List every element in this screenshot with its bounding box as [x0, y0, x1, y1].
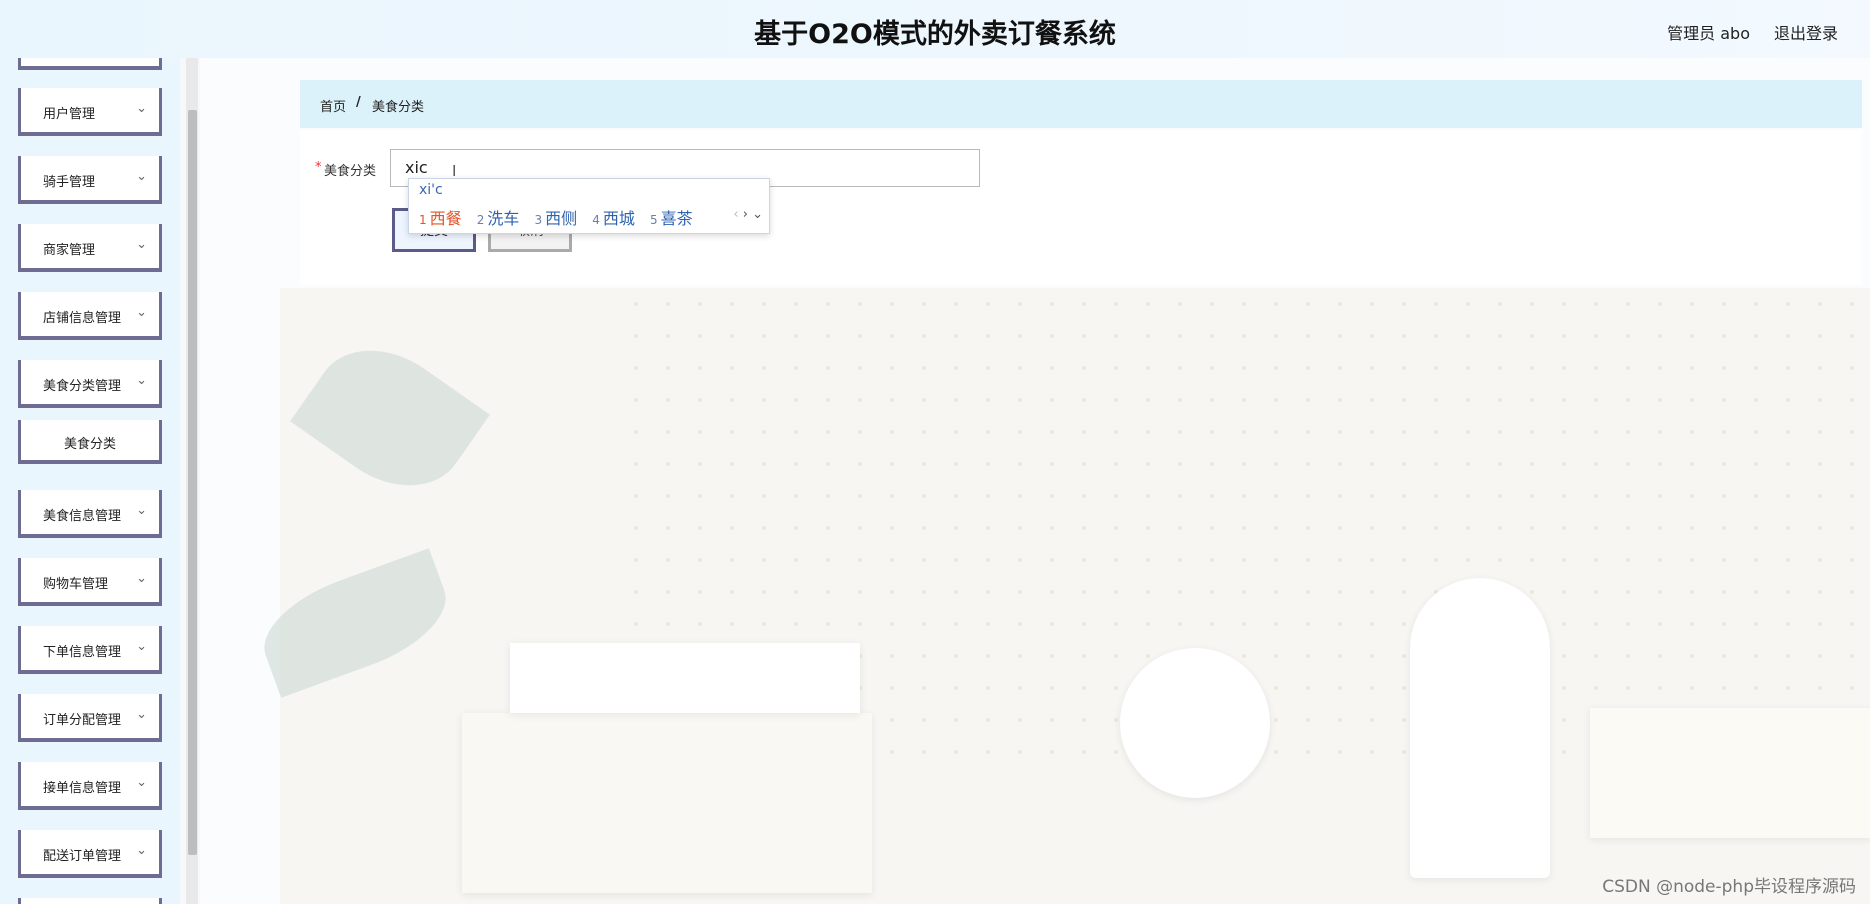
- sidebar-item-label: 美食信息管理: [43, 509, 122, 524]
- chevron-down-icon: ⌄: [136, 237, 147, 252]
- sidebar-item-store-info[interactable]: 店铺信息管理 ⌄: [18, 292, 162, 340]
- sidebar-item-food-category-mgmt[interactable]: 美食分类管理 ⌄: [18, 360, 162, 408]
- ime-pinyin: xi'c: [419, 182, 443, 198]
- breadcrumb-current: 美食分类: [372, 100, 425, 115]
- sidebar-item-order-assign[interactable]: 订单分配管理 ⌄: [18, 694, 162, 742]
- sidebar-item-label: 下单信息管理: [43, 645, 122, 660]
- sidebar-item-label: 用户管理: [43, 107, 96, 122]
- sidebar-scroll-thumb[interactable]: [188, 110, 197, 855]
- sidebar-item-accept-info[interactable]: 接单信息管理 ⌄: [18, 762, 162, 810]
- required-mark: *: [315, 160, 322, 175]
- sidebar-item-delivery[interactable]: 配送订单管理 ⌄: [18, 830, 162, 878]
- chevron-down-icon: ⌄: [136, 571, 147, 586]
- ime-nav: ‹ › ⌄: [733, 207, 763, 222]
- podium-decoration: [462, 713, 872, 893]
- ime-candidate[interactable]: 1 西餐: [419, 209, 462, 228]
- chevron-down-icon: ⌄: [136, 101, 147, 116]
- breadcrumb: 首页 / 美食分类: [300, 80, 1862, 128]
- sidebar-item-label: 美食分类管理: [43, 379, 122, 394]
- chevron-down-icon: ⌄: [136, 169, 147, 184]
- ime-candidate[interactable]: 2 洗车: [477, 209, 520, 228]
- sidebar-item-label: 美食分类: [63, 437, 116, 452]
- sidebar-item-partial[interactable]: [18, 58, 162, 70]
- admin-user: 管理员 abo: [1667, 24, 1750, 43]
- top-header: 基于O2O模式的外卖订餐系统 管理员 abo 退出登录: [0, 0, 1870, 58]
- sidebar-item-label: 骑手管理: [43, 175, 96, 190]
- podium-decoration: [510, 643, 860, 713]
- chevron-down-icon: ⌄: [136, 373, 147, 388]
- sidebar: 用户管理 ⌄ 骑手管理 ⌄ 商家管理 ⌄ 店铺信息管理 ⌄ 美食分类管理 ⌄ 美…: [0, 58, 180, 904]
- ime-candidate[interactable]: 3 西侧: [535, 209, 578, 228]
- ime-candidate[interactable]: 5 喜茶: [650, 209, 693, 228]
- sidebar-item-label: 接单信息管理: [43, 781, 122, 796]
- sidebar-item-riders[interactable]: 骑手管理 ⌄: [18, 156, 162, 204]
- sidebar-item-food-info[interactable]: 美食信息管理 ⌄: [18, 490, 162, 538]
- sidebar-item-orders[interactable]: 下单信息管理 ⌄: [18, 626, 162, 674]
- sidebar-item-label: 商家管理: [43, 243, 96, 258]
- ime-candidate-popup: xi'c 1 西餐 2 洗车 3 西侧 4 西城 5 喜茶 ‹ › ⌄: [408, 178, 770, 234]
- chevron-down-icon: ⌄: [136, 503, 147, 518]
- category-label: 美食分类: [324, 164, 377, 179]
- app-title: 基于O2O模式的外卖订餐系统: [754, 19, 1116, 50]
- ring-decoration: [1120, 648, 1270, 798]
- sidebar-item-label: 购物车管理: [43, 577, 109, 592]
- sidebar-subitem-food-category[interactable]: 美食分类: [18, 420, 162, 464]
- chevron-down-icon: ⌄: [136, 707, 147, 722]
- logout-link[interactable]: 退出登录: [1774, 20, 1838, 44]
- chevron-down-icon: ⌄: [136, 843, 147, 858]
- watermark: CSDN @node-php毕设程序源码: [1602, 877, 1856, 897]
- chevron-down-icon: ⌄: [136, 775, 147, 790]
- sidebar-item-label: 配送订单管理: [43, 849, 122, 864]
- cylinder-decoration: [1410, 578, 1550, 878]
- chevron-down-icon: ⌄: [136, 639, 147, 654]
- breadcrumb-separator: /: [356, 95, 361, 110]
- sidebar-item-merchants[interactable]: 商家管理 ⌄: [18, 224, 162, 272]
- podium-decoration: [1590, 708, 1870, 838]
- chevron-left-icon[interactable]: ‹: [733, 207, 738, 222]
- ime-candidate-list: 1 西餐 2 洗车 3 西侧 4 西城 5 喜茶: [419, 205, 703, 229]
- sidebar-item-cart[interactable]: 购物车管理 ⌄: [18, 558, 162, 606]
- sidebar-item-label: 店铺信息管理: [43, 311, 122, 326]
- sidebar-item-partial[interactable]: [18, 898, 162, 904]
- sidebar-item-label: 订单分配管理: [43, 713, 122, 728]
- sidebar-item-users[interactable]: 用户管理 ⌄: [18, 88, 162, 136]
- chevron-down-icon[interactable]: ⌄: [752, 207, 763, 222]
- chevron-down-icon: ⌄: [136, 305, 147, 320]
- chevron-right-icon[interactable]: ›: [743, 207, 748, 222]
- ime-candidate[interactable]: 4 西城: [592, 209, 635, 228]
- breadcrumb-home[interactable]: 首页: [320, 96, 346, 115]
